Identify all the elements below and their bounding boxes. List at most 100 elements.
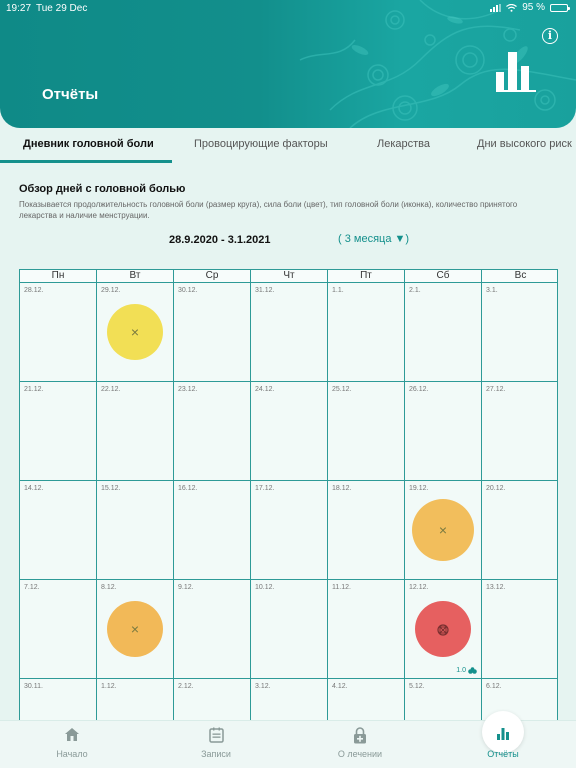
status-date: Tue 29 Dec <box>36 3 88 14</box>
calendar-day-number: 28.12. <box>24 287 44 294</box>
calendar-grid: Пн Вт Ср Чт Пт Сб Вс 28.12. 29.12. × 30.12. 31.12.… <box>19 269 558 739</box>
calendar-week-row: 14.12. 15.12. 16.12. 17.12. 18.12. 19.12. × 20.… <box>20 481 557 580</box>
nav-home[interactable]: Начало <box>22 727 122 759</box>
calendar-day-number: 19.12. <box>409 485 429 492</box>
notes-icon <box>208 727 224 743</box>
lock-plus-icon <box>354 727 366 744</box>
calendar-day-cell[interactable]: 21.12. <box>20 382 97 480</box>
calendar-day-number: 11.12. <box>332 584 351 591</box>
calendar-day-number: 5.12. <box>409 683 425 690</box>
calendar-day-number: 1.12. <box>101 683 117 690</box>
calendar-day-cell[interactable]: 7.12. <box>20 580 97 678</box>
calendar-day-number: 10.12. <box>255 584 275 591</box>
calendar-day-number: 30.11. <box>24 683 43 690</box>
calendar-day-number: 31.12. <box>255 287 275 294</box>
calendar-day-cell[interactable]: 23.12. <box>174 382 251 480</box>
report-tabs: Дневник головной боли Провоцирующие факт… <box>0 128 576 164</box>
headache-event-marker[interactable] <box>415 601 471 657</box>
overview-title: Обзор дней с головной болью <box>19 183 186 195</box>
calendar-day-cell[interactable]: 3.1. <box>482 283 559 381</box>
calendar-day-number: 18.12. <box>332 485 352 492</box>
weekday-label: Вт <box>97 270 174 282</box>
active-tab-indicator <box>0 160 172 163</box>
tab-medications[interactable]: Лекарства <box>377 138 430 150</box>
nav-reports[interactable]: Отчёты <box>453 727 553 759</box>
calendar-day-cell[interactable]: 1.1. <box>328 283 405 381</box>
calendar-day-cell[interactable]: 24.12. <box>251 382 328 480</box>
calendar-day-cell[interactable]: 28.12. <box>20 283 97 381</box>
headache-overview: Обзор дней с головной болью Показывается… <box>0 164 576 739</box>
headache-event-marker[interactable]: × <box>107 304 163 360</box>
calendar-day-cell[interactable]: 19.12. × <box>405 481 482 579</box>
calendar-day-cell[interactable]: 16.12. <box>174 481 251 579</box>
weekday-label: Сб <box>405 270 482 282</box>
calendar-day-cell[interactable]: 2.1. <box>405 283 482 381</box>
calendar-day-cell[interactable]: 22.12. <box>97 382 174 480</box>
calendar-day-cell[interactable]: 14.12. <box>20 481 97 579</box>
weekday-label: Чт <box>251 270 328 282</box>
calendar-day-number: 29.12. <box>101 287 121 294</box>
calendar-week-row: 28.12. 29.12. × 30.12. 31.12. 1.1. 2.1. 3.1. <box>20 283 557 382</box>
calendar-day-cell[interactable]: 29.12. × <box>97 283 174 381</box>
calendar-day-number: 22.12. <box>101 386 121 393</box>
tab-headache-diary[interactable]: Дневник головной боли <box>23 138 154 150</box>
calendar-day-cell[interactable]: 27.12. <box>482 382 559 480</box>
page-title: Отчёты <box>42 86 99 103</box>
boxed-cross-icon <box>415 601 471 657</box>
nav-reports-label: Отчёты <box>487 749 519 759</box>
nav-home-label: Начало <box>56 749 88 759</box>
calendar-week-row: 21.12. 22.12. 23.12. 24.12. 25.12. 26.12. 27.1… <box>20 382 557 481</box>
cellular-signal-icon <box>490 3 502 12</box>
date-range: 28.9.2020 - 3.1.2021 <box>169 234 271 246</box>
headache-event-marker[interactable]: × <box>412 499 474 561</box>
calendar-day-cell[interactable]: 11.12. <box>328 580 405 678</box>
calendar-day-cell[interactable]: 10.12. <box>251 580 328 678</box>
status-time: 19:27 <box>6 3 32 14</box>
calendar-day-cell[interactable]: 9.12. <box>174 580 251 678</box>
cross-icon: × <box>438 522 448 538</box>
calendar-day-number: 2.12. <box>178 683 194 690</box>
calendar-day-cell[interactable]: 18.12. <box>328 481 405 579</box>
tab-high-risk-days[interactable]: Дни высокого риск <box>477 138 572 150</box>
home-icon <box>65 728 79 741</box>
pill-icon <box>468 667 477 674</box>
period-dropdown[interactable]: ( 3 месяца ▼) <box>338 233 409 245</box>
bar-chart-icon <box>496 52 536 92</box>
calendar-day-number: 15.12. <box>101 485 121 492</box>
calendar-day-cell[interactable]: 15.12. <box>97 481 174 579</box>
calendar-day-number: 20.12. <box>486 485 506 492</box>
battery-icon <box>550 3 570 12</box>
calendar-day-number: 12.12. <box>409 584 429 591</box>
weekday-label: Вс <box>514 270 527 281</box>
calendar-day-cell[interactable]: 12.12. 1.0 <box>405 580 482 678</box>
tab-triggers[interactable]: Провоцирующие факторы <box>194 138 328 150</box>
info-icon[interactable]: i <box>542 28 558 44</box>
calendar-day-cell[interactable]: 25.12. <box>328 382 405 480</box>
nav-treatment[interactable]: О лечении <box>310 727 410 759</box>
calendar-day-cell[interactable]: 30.12. <box>174 283 251 381</box>
calendar-day-number: 6.12. <box>486 683 502 690</box>
calendar-day-number: 3.12. <box>255 683 271 690</box>
floral-decoration <box>299 0 576 128</box>
calendar-day-cell[interactable]: 13.12. <box>482 580 559 678</box>
calendar-day-cell[interactable]: 8.12. × <box>97 580 174 678</box>
weekday-header: Пн Вт Ср Чт Пт Сб Вс <box>20 270 557 283</box>
calendar-day-number: 14.12. <box>24 485 44 492</box>
overview-description: Показывается продолжительность головной … <box>19 200 518 220</box>
nav-notes[interactable]: Записи <box>166 727 266 759</box>
bottom-navigation: Начало Записи О лечении Отчёты <box>0 711 576 768</box>
calendar-day-cell[interactable]: 17.12. <box>251 481 328 579</box>
medication-amount: 1.0 <box>456 667 466 674</box>
calendar-day-number: 16.12. <box>178 485 198 492</box>
nav-treatment-label: О лечении <box>337 749 383 759</box>
calendar-day-number: 3.1. <box>486 287 498 294</box>
calendar-day-number: 4.12. <box>332 683 348 690</box>
medication-indicator: 1.0 <box>456 667 477 674</box>
calendar-day-cell[interactable]: 31.12. <box>251 283 328 381</box>
calendar-day-cell[interactable]: 20.12. <box>482 481 559 579</box>
battery-percent: 95 % <box>522 2 545 13</box>
calendar-day-cell[interactable]: 26.12. <box>405 382 482 480</box>
wifi-icon <box>506 3 518 12</box>
calendar-day-number: 26.12. <box>409 386 429 393</box>
headache-event-marker[interactable]: × <box>107 601 163 657</box>
